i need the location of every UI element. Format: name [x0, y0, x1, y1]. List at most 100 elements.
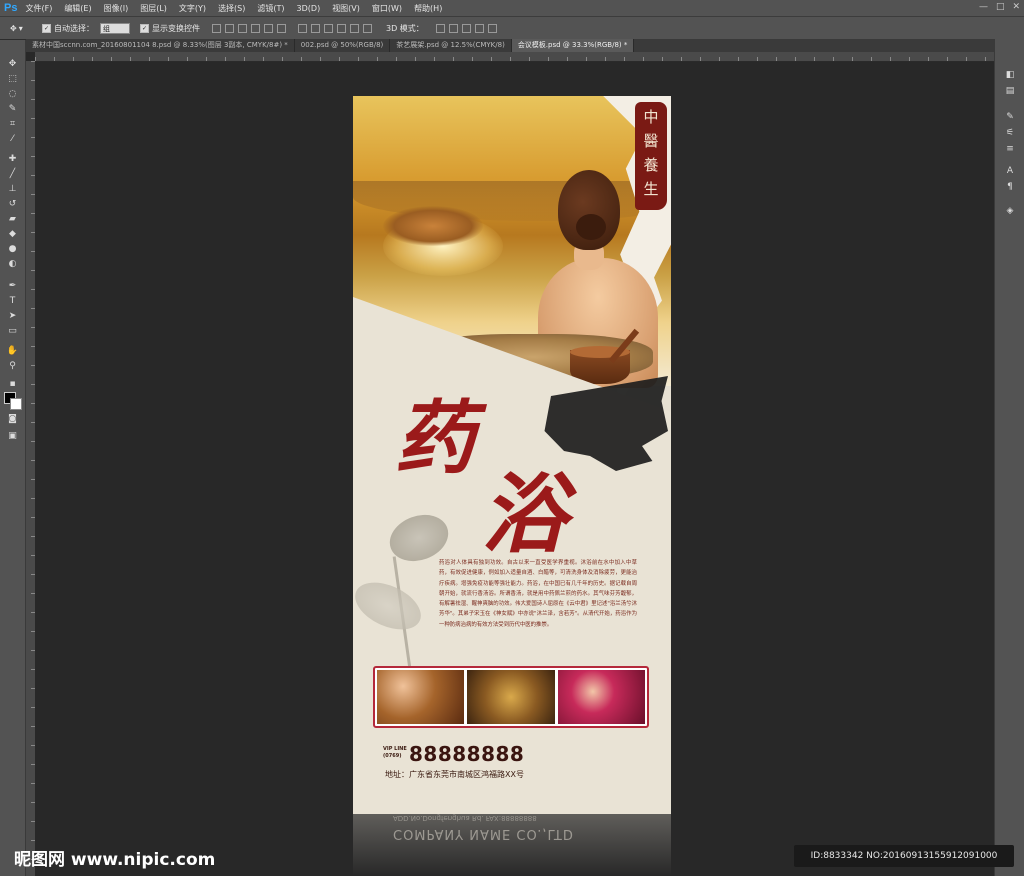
3d-slide-icon[interactable]: [474, 23, 484, 33]
show-transform-checkbox[interactable]: ✓ 显示变换控件: [140, 23, 200, 34]
align-bottom-icon[interactable]: [238, 23, 247, 33]
menu-window[interactable]: 窗口(W): [372, 3, 402, 14]
seal-char: 中: [643, 108, 659, 126]
blur-tool-icon[interactable]: ●: [6, 243, 19, 256]
background-color-swatch[interactable]: [10, 398, 22, 410]
eyedropper-tool-icon[interactable]: ⁄: [6, 133, 19, 146]
minimize-icon[interactable]: —: [979, 2, 988, 12]
poster-document: 中 醫 養 生 药 浴 药浴对人体具有独到功效。自古以来一直受医学界重视。沐浴前…: [353, 96, 671, 814]
auto-select-checkbox[interactable]: ✓ 自动选择：: [42, 23, 94, 34]
auto-select-label: 自动选择：: [54, 23, 94, 33]
description-paragraph: 药浴对人体具有独到功效。自古以来一直受医学界重视。沐浴前在水中加入中草药，有效促…: [439, 560, 637, 628]
menu-file[interactable]: 文件(F): [25, 3, 52, 14]
3d-mode-buttons: [435, 23, 497, 33]
align-right-icon[interactable]: [277, 23, 286, 33]
photoshop-logo: Ps: [4, 2, 18, 14]
crop-tool-icon[interactable]: ⌗: [6, 118, 19, 131]
brush-tool-icon[interactable]: ╱: [6, 168, 19, 181]
zoom-tool-icon[interactable]: ⚲: [6, 360, 19, 373]
canvas-area[interactable]: 中 醫 養 生 药 浴 药浴对人体具有独到功效。自古以来一直受医学界重视。沐浴前…: [35, 62, 994, 876]
distribute-buttons: [298, 23, 372, 33]
auto-select-dropdown[interactable]: 组: [100, 22, 130, 34]
menu-select[interactable]: 选择(S): [218, 3, 245, 14]
menu-image[interactable]: 图像(I): [104, 3, 129, 14]
menu-filter[interactable]: 滤镜(T): [257, 3, 284, 14]
align-middle-icon[interactable]: [225, 23, 234, 33]
3d-scale-icon[interactable]: [487, 23, 497, 33]
3d-mode-label: 3D 模式：: [386, 23, 424, 33]
menu-help[interactable]: 帮助(H): [414, 3, 442, 14]
quick-mask-icon[interactable]: ◙: [6, 413, 19, 426]
properties-panel-icon[interactable]: ▤: [1004, 85, 1016, 97]
dodge-tool-icon[interactable]: ◐: [6, 258, 19, 271]
distribute-middle-icon[interactable]: [311, 23, 320, 33]
document-tabs: 素材中国sccnn.com_20160801104 8.psd @ 8.33%(…: [26, 39, 994, 52]
menu-bar: Ps 文件(F) 编辑(E) 图像(I) 图层(L) 文字(Y) 选择(S) 滤…: [0, 0, 1024, 16]
align-buttons: [212, 23, 286, 33]
healing-brush-tool-icon[interactable]: ✚: [6, 153, 19, 166]
brush-panel-icon[interactable]: ✎: [1004, 111, 1016, 123]
window-controls: — □ ✕: [979, 2, 1020, 12]
align-center-icon[interactable]: [264, 23, 273, 33]
tools-panel: ✥ ⬚ ◌ ✎ ⌗ ⁄ ✚ ╱ ⊥ ↺ ▰ ◆ ● ◐ ✒ T ➤ ▭ ✋ ⚲ …: [0, 40, 26, 876]
seal-char: 醫: [643, 132, 659, 150]
distribute-left-icon[interactable]: [337, 23, 346, 33]
options-bar: ✥ ▾ ✓ 自动选择： 组 ✓ 显示变换控件 3D 模式：: [0, 16, 1024, 40]
default-colors-icon[interactable]: ▪: [6, 378, 19, 391]
align-left-icon[interactable]: [251, 23, 260, 33]
lasso-tool-icon[interactable]: ◌: [6, 88, 19, 101]
3d-pan-icon[interactable]: [461, 23, 471, 33]
menu-view[interactable]: 视图(V): [332, 3, 360, 14]
hand-tool-icon[interactable]: ✋: [6, 345, 19, 358]
paint-bucket-tool-icon[interactable]: ◆: [6, 228, 19, 241]
history-panel-icon[interactable]: ◧: [1004, 69, 1016, 81]
marquee-tool-icon[interactable]: ⬚: [6, 73, 19, 86]
3d-panel-icon[interactable]: ◈: [1004, 205, 1016, 217]
type-tool-icon[interactable]: T: [6, 295, 19, 308]
menu-edit[interactable]: 编辑(E): [64, 3, 91, 14]
document-tab[interactable]: 素材中国sccnn.com_20160801104 8.psd @ 8.33%(…: [26, 39, 295, 52]
brush-presets-icon[interactable]: ⚟: [1004, 127, 1016, 139]
photo-herbs: [467, 670, 555, 724]
horizontal-ruler[interactable]: [35, 52, 994, 62]
menu-3d[interactable]: 3D(D): [297, 4, 321, 13]
right-panel-dock: ◧ ▤ ✎ ⚟ ≡ A ¶ ◈: [994, 39, 1024, 876]
distribute-top-icon[interactable]: [298, 23, 307, 33]
pen-tool-icon[interactable]: ✒: [6, 280, 19, 293]
path-select-tool-icon[interactable]: ➤: [6, 310, 19, 323]
quick-select-tool-icon[interactable]: ✎: [6, 103, 19, 116]
document-tab[interactable]: 茶艺展架.psd @ 12.5%(CMYK/8): [390, 39, 512, 52]
photo-wooden-tub-bath: [377, 670, 465, 724]
clone-stamp-tool-icon[interactable]: ⊥: [6, 183, 19, 196]
distribute-bottom-icon[interactable]: [324, 23, 333, 33]
menu-type[interactable]: 文字(Y): [179, 3, 206, 14]
3d-roll-icon[interactable]: [448, 23, 458, 33]
document-tab-active[interactable]: 会议模板.psd @ 33.3%(RGB/8) *: [511, 39, 635, 52]
title-char-bath: 浴: [481, 464, 567, 565]
distribute-center-icon[interactable]: [350, 23, 359, 33]
3d-rotate-icon[interactable]: [435, 23, 445, 33]
move-tool-preset[interactable]: ✥ ▾: [10, 24, 32, 33]
history-brush-tool-icon[interactable]: ↺: [6, 198, 19, 211]
align-top-icon[interactable]: [212, 23, 221, 33]
distribute-right-icon[interactable]: [363, 23, 372, 33]
move-tool-icon[interactable]: ✥: [6, 58, 19, 71]
seal-char: 養: [643, 156, 659, 174]
eraser-tool-icon[interactable]: ▰: [6, 213, 19, 226]
photo-strip: [373, 666, 649, 728]
screen-mode-icon[interactable]: ▣: [6, 430, 19, 443]
reflection-company-name: COMPANY NAME CO.,LTD: [393, 826, 574, 841]
reflection-address: ADD.No.Dongfenghua Rd. FAX:88888888: [393, 814, 537, 822]
maximize-icon[interactable]: □: [996, 2, 1005, 12]
lotus-leaf: [353, 573, 429, 639]
character-panel-icon[interactable]: A: [1004, 165, 1016, 177]
document-tab[interactable]: 002.psd @ 50%(RGB/8): [294, 39, 391, 52]
rectangle-tool-icon[interactable]: ▭: [6, 325, 19, 338]
adjustments-panel-icon[interactable]: ≡: [1004, 143, 1016, 155]
menu-layer[interactable]: 图层(L): [140, 3, 167, 14]
paragraph-panel-icon[interactable]: ¶: [1004, 181, 1016, 193]
vip-line-label: VIP LINE (0769): [383, 746, 407, 759]
close-icon[interactable]: ✕: [1012, 2, 1020, 12]
title-char-medicine: 药: [395, 391, 475, 485]
image-id-bar: ID:8833342 NO:20160913155912091000: [794, 845, 1014, 867]
